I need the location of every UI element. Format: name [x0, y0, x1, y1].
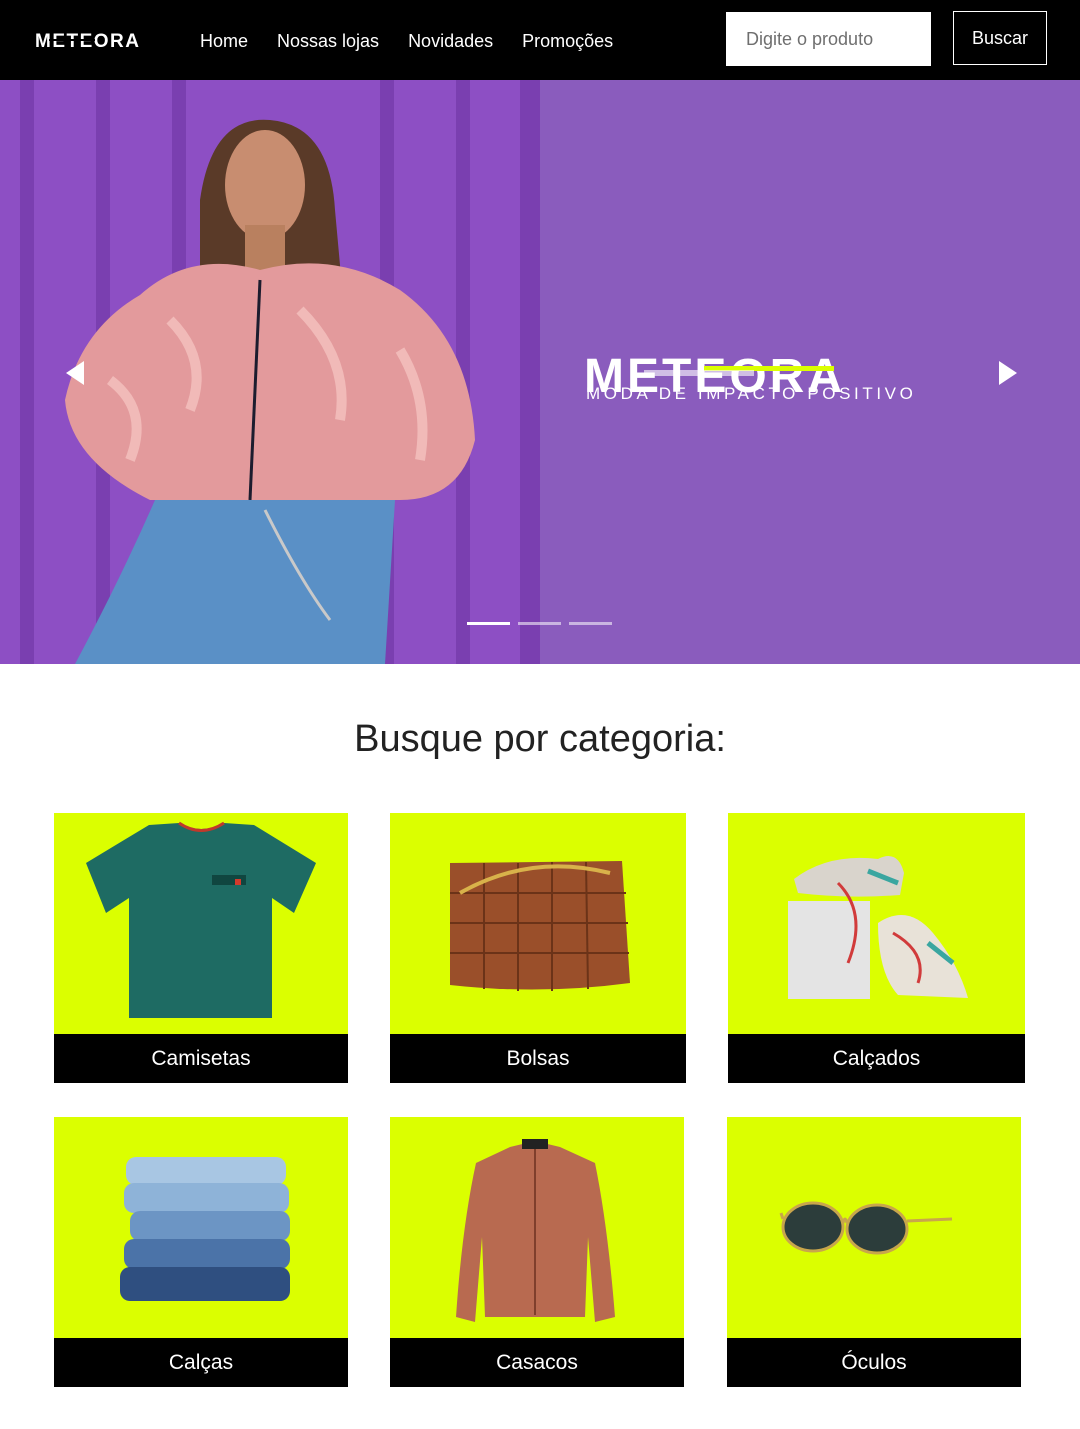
categories-title: Busque por categoria: — [354, 718, 726, 760]
category-card-oculos[interactable]: Óculos — [727, 1117, 1021, 1387]
category-label: Óculos — [727, 1338, 1021, 1387]
nav-novidades[interactable]: Novidades — [408, 28, 493, 54]
carousel-prev-icon[interactable] — [64, 360, 88, 386]
nav-home[interactable]: Home — [200, 28, 248, 54]
carousel-dot-1[interactable] — [467, 622, 510, 625]
category-label: Casacos — [390, 1338, 684, 1387]
category-label: Bolsas — [390, 1034, 686, 1083]
category-card-calcas[interactable]: Calças — [54, 1117, 348, 1387]
carousel-next-icon[interactable] — [995, 360, 1019, 386]
category-label: Calças — [54, 1338, 348, 1387]
search-button[interactable]: Buscar — [953, 11, 1047, 65]
handbag-image — [450, 861, 630, 991]
category-card-camisetas[interactable]: Camisetas — [54, 813, 348, 1083]
carousel-indicators — [467, 622, 612, 625]
tshirt-image — [86, 821, 316, 1018]
category-card-bolsas[interactable]: Bolsas — [390, 813, 686, 1083]
carousel-dot-2[interactable] — [518, 622, 561, 625]
nav-promocoes[interactable]: Promoções — [522, 28, 613, 54]
nav-nossas-lojas[interactable]: Nossas lojas — [277, 28, 379, 54]
hero-tagline: MODA DE IMPACTO POSITIVO — [586, 384, 917, 403]
search-input[interactable] — [726, 12, 931, 66]
jacket-image — [456, 1139, 615, 1322]
meteora-logo[interactable]: METEORA — [35, 29, 167, 53]
carousel-dot-3[interactable] — [569, 622, 612, 625]
category-card-casacos[interactable]: Casacos — [390, 1117, 684, 1387]
jeans-image — [120, 1157, 290, 1301]
hero-banner: METEORA MODA DE IMPACTO POSITIVO — [0, 80, 1080, 664]
main-nav: Home Nossas lojas Novidades Promoções — [200, 28, 642, 54]
category-card-calcados[interactable]: Calçados — [728, 813, 1025, 1083]
sunglasses-image — [779, 1201, 953, 1255]
top-navbar: METEORA Home Nossas lojas Novidades Prom… — [0, 0, 1080, 80]
category-label: Calçados — [728, 1034, 1025, 1083]
sneakers-image — [788, 856, 968, 999]
svg-text:METEORA: METEORA — [35, 31, 141, 52]
category-label: Camisetas — [54, 1034, 348, 1083]
